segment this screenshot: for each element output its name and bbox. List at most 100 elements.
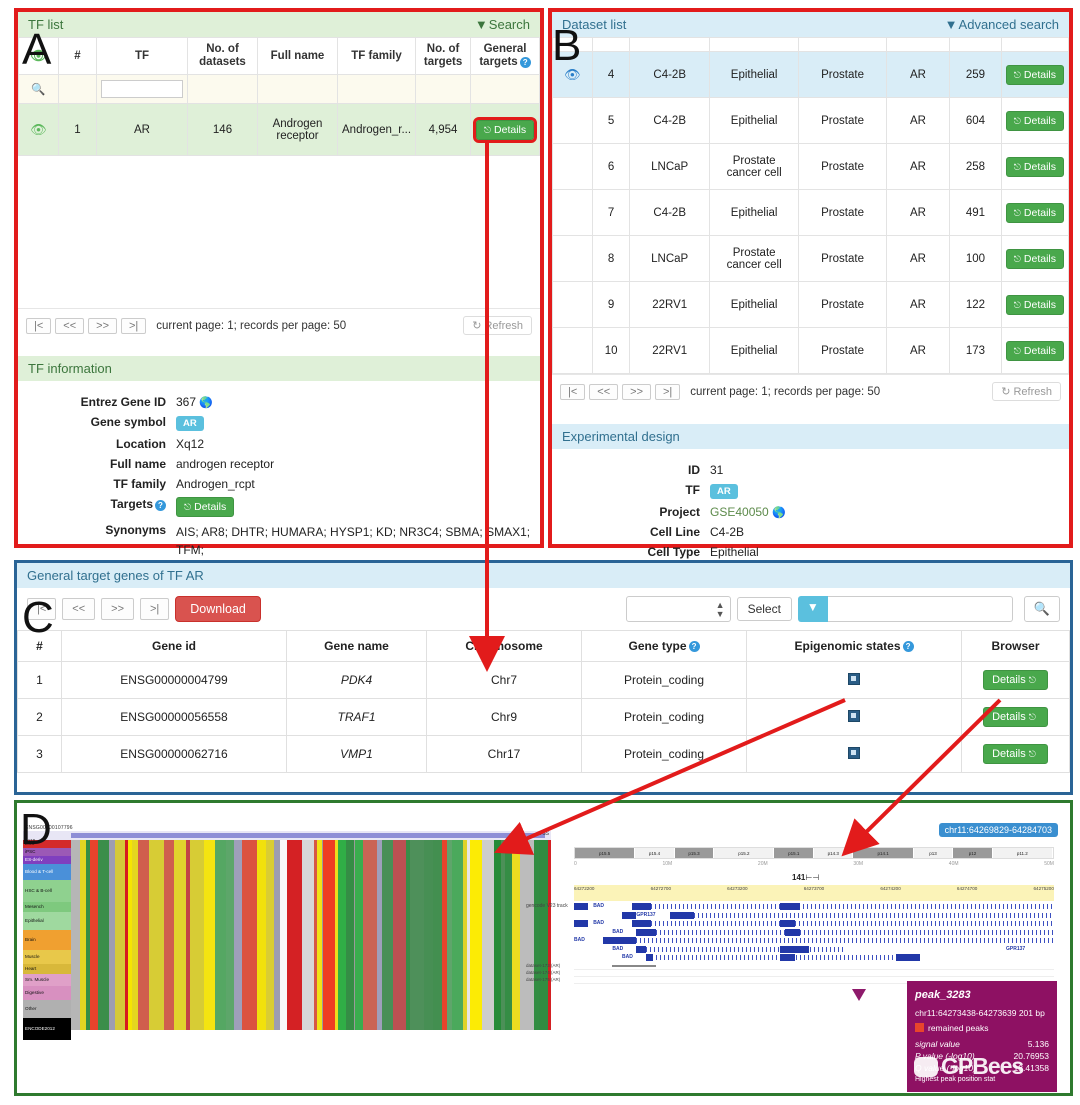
table-row[interactable]: 8 LNCaP Prostate cancer cell Prostate AR 100 ⎋… [552, 235, 1070, 282]
dataset-details-button[interactable]: ⎋ Details [1005, 110, 1064, 131]
tf-search-input[interactable] [101, 80, 183, 99]
row-general-targets-cell[interactable]: ⎋ Details [470, 103, 540, 157]
table-row[interactable]: 7 C4-2B Epithelial Prostate AR 491 ⎋ Details [552, 189, 1070, 236]
dataset-details-button[interactable]: ⎋ Details [1005, 294, 1064, 315]
globe-icon[interactable]: 🌎 [199, 397, 213, 409]
epigenomic-icon[interactable] [848, 672, 860, 685]
tf-list-search-link[interactable]: ▼ Search [475, 17, 530, 32]
epigenomic-icon[interactable] [848, 746, 860, 759]
table-row[interactable]: 2 ENSG00000056558 TRAF1 Chr9 Protein_coding D… [17, 698, 1070, 736]
pager-next-button[interactable]: >> [88, 317, 117, 334]
row-details-cell[interactable]: ⎋ Details [1000, 235, 1070, 282]
gene-row[interactable]: BAD [574, 928, 1054, 936]
pager-last-button[interactable]: >| [140, 598, 170, 620]
download-button[interactable]: Download [175, 596, 261, 622]
info-value[interactable]: ⎋Details [172, 495, 538, 519]
pager-next-button[interactable]: >> [622, 383, 651, 400]
project-link[interactable]: GSE40050 [710, 505, 769, 519]
help-icon[interactable]: ? [902, 641, 914, 653]
row-eye-cell[interactable] [552, 235, 593, 282]
browser-details-button[interactable]: Details ⎋ [983, 744, 1048, 764]
chromatin-state-browser[interactable]: ENSG00000107796 hg19 TSS ESC iPSC ES-deriv… [23, 825, 551, 1040]
help-icon[interactable]: ? [519, 56, 531, 68]
pager-first-button[interactable]: |< [560, 383, 586, 400]
row-eye-cell[interactable] [552, 327, 593, 374]
funnel-icon[interactable]: ▼ [797, 596, 828, 622]
pager-prev-button[interactable]: << [55, 317, 85, 334]
dataset-track-row[interactable]: dataset-174 (AR) [526, 970, 1054, 977]
select-dropdown[interactable]: ▲ ▼ [625, 596, 731, 622]
chromatin-state-heatmap[interactable] [71, 840, 551, 1030]
dataset-track-row[interactable]: dataset-173 (AR) [526, 963, 1054, 970]
chromatin-state-column [322, 840, 335, 1030]
pager-first-button[interactable]: |< [26, 317, 52, 334]
table-row[interactable]: 3 ENSG00000062716 VMP1 Chr17 Protein_coding D… [17, 735, 1070, 773]
table-row[interactable]: 10 22RV1 Epithelial Prostate AR 173 ⎋ Details [552, 327, 1070, 374]
help-icon[interactable]: ? [155, 499, 166, 511]
ideogram[interactable]: p15.5 p15.4 p15.3 p15.2 p15.1 p14.3 p14.1 p13 p1… [574, 847, 1054, 859]
dataset-details-button[interactable]: ⎋ Details [1005, 64, 1064, 85]
browser-details-button[interactable]: Details ⎋ [983, 707, 1048, 727]
gene-row[interactable]: BAD [574, 937, 1054, 944]
search-icon[interactable]: 🔍 [1023, 596, 1060, 622]
dataset-details-button[interactable]: ⎋ Details [1005, 248, 1064, 269]
row-browser-cell[interactable]: Details ⎋ [961, 735, 1070, 773]
gene-row[interactable]: BAD [574, 954, 1054, 961]
gene-row[interactable]: BAD GPR137 [574, 945, 1054, 953]
pager-last-button[interactable]: >| [121, 317, 147, 334]
pager-prev-button[interactable]: << [62, 598, 96, 620]
epigenomic-icon[interactable] [848, 709, 860, 722]
row-details-cell[interactable]: ⎋ Details [1000, 97, 1070, 144]
search-tf-cell[interactable] [96, 74, 188, 105]
row-eye-cell[interactable]: 👁 [18, 103, 59, 157]
gene-row[interactable]: GPR137 [574, 911, 1054, 919]
peak-browser[interactable]: chr11:64269829-64284703 p15.5 p15.4 p15.3 p… [526, 821, 1062, 1092]
row-epigenomic-cell[interactable] [746, 698, 962, 736]
table-row[interactable]: 5 C4-2B Epithelial Prostate AR 604 ⎋ Details [552, 97, 1070, 144]
row-browser-cell[interactable]: Details ⎋ [961, 661, 1070, 699]
pager-last-button[interactable]: >| [655, 383, 681, 400]
row-eye-cell[interactable] [552, 143, 593, 190]
row-details-cell[interactable]: ⎋ Details [1000, 327, 1070, 374]
row-gene-name: PDK4 [286, 661, 427, 699]
chromatin-state-column [225, 840, 235, 1030]
refresh-button[interactable]: ↻ Refresh [463, 316, 532, 336]
row-details-cell[interactable]: ⎋ Details [1000, 51, 1070, 98]
targets-details-button[interactable]: ⎋Details [176, 497, 235, 518]
dataset-details-button[interactable]: ⎋ Details [1005, 340, 1064, 361]
row-eye-cell[interactable] [552, 189, 593, 236]
select-button[interactable]: Select [736, 597, 792, 621]
row-details-cell[interactable]: ⎋ Details [1000, 189, 1070, 236]
help-icon[interactable]: ? [688, 641, 700, 653]
gene-row[interactable]: BAD [574, 920, 1054, 927]
gene-row[interactable]: BAD [574, 903, 1054, 910]
dataset-details-button[interactable]: ⎋ Details [1005, 156, 1064, 177]
row-browser-cell[interactable]: Details ⎋ [961, 698, 1070, 736]
row-eye-cell[interactable] [552, 97, 593, 144]
eye-icon[interactable]: 👁 [30, 122, 47, 137]
gene-search-input[interactable] [827, 596, 1013, 622]
globe-icon[interactable]: 🌎 [772, 507, 786, 519]
table-row[interactable]: 9 22RV1 Epithelial Prostate AR 122 ⎋ Details [552, 281, 1070, 328]
peak-marker-icon[interactable] [852, 989, 866, 1001]
row-eye-cell[interactable] [552, 281, 593, 328]
pager-prev-button[interactable]: << [589, 383, 619, 400]
row-epigenomic-cell[interactable] [746, 661, 962, 699]
advanced-search-link[interactable]: ▼ Advanced search [945, 17, 1059, 32]
gene-symbol-badge[interactable]: AR [176, 416, 204, 432]
browser-details-button[interactable]: Details ⎋ [983, 670, 1048, 690]
row-details-cell[interactable]: ⎋ Details [1000, 143, 1070, 190]
table-row[interactable]: 6 LNCaP Prostate cancer cell Prostate AR 258 ⎋… [552, 143, 1070, 190]
table-row[interactable]: 👁 4 C4-2B Epithelial Prostate AR 259 ⎋ Details [552, 51, 1070, 98]
row-epigenomic-cell[interactable] [746, 735, 962, 773]
general-targets-details-button[interactable]: ⎋ Details [472, 116, 538, 143]
row-details-cell[interactable]: ⎋ Details [1000, 281, 1070, 328]
gene-track[interactable]: gencode V23 track BAD GPR137 BAD BAD BAD… [526, 903, 1054, 961]
table-row[interactable]: 👁 1 AR 146 Androgen receptor Androgen_r.… [18, 103, 540, 157]
pager-next-button[interactable]: >> [101, 598, 134, 620]
refresh-button[interactable]: ↻ Refresh [992, 382, 1061, 401]
tf-badge[interactable]: AR [710, 484, 738, 499]
search-icon-cell[interactable]: 🔍 [18, 74, 59, 105]
dataset-details-button[interactable]: ⎋ Details [1005, 202, 1064, 223]
table-row[interactable]: 1 ENSG00000004799 PDK4 Chr7 Protein_coding De… [17, 661, 1070, 699]
